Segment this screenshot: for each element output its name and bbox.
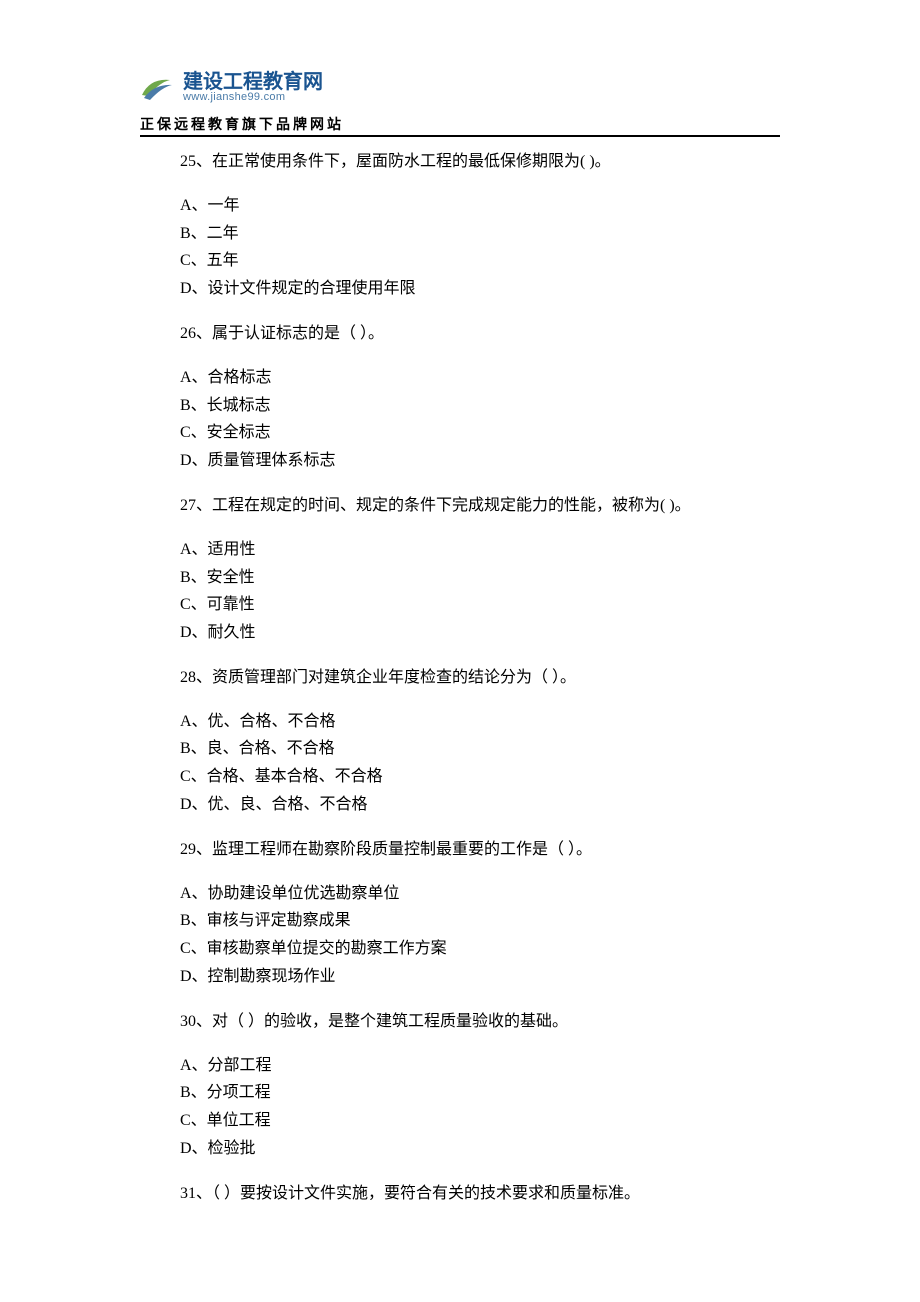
question-list: 25、在正常使用条件下，屋面防水工程的最低保修期限为( )。 A、一年 B、二年… [140,149,780,1206]
question-stem: 29、监理工程师在勘察阶段质量控制最重要的工作是（ ）。 [180,837,780,863]
option-b: B、长城标志 [180,393,780,419]
option-d: D、设计文件规定的合理使用年限 [180,276,780,302]
question-options: A、优、合格、不合格 B、良、合格、不合格 C、合格、基本合格、不合格 D、优、… [180,709,780,817]
document-page: 建设工程教育网 www.jianshe99.com 正保远程教育旗下品牌网站 2… [0,0,920,1287]
question-stem: 25、在正常使用条件下，屋面防水工程的最低保修期限为( )。 [180,149,780,175]
option-a: A、一年 [180,193,780,219]
option-d: D、优、良、合格、不合格 [180,792,780,818]
option-d: D、检验批 [180,1136,780,1162]
option-d: D、质量管理体系标志 [180,448,780,474]
option-a: A、优、合格、不合格 [180,709,780,735]
option-b: B、分项工程 [180,1080,780,1106]
question-stem: 27、工程在规定的时间、规定的条件下完成规定能力的性能，被称为( )。 [180,493,780,519]
question-stem: 26、属于认证标志的是（ ）。 [180,321,780,347]
header-divider [140,135,780,137]
question-25: 25、在正常使用条件下，屋面防水工程的最低保修期限为( )。 A、一年 B、二年… [180,149,780,301]
option-c: C、可靠性 [180,592,780,618]
option-a: A、适用性 [180,537,780,563]
option-a: A、协助建设单位优选勘察单位 [180,881,780,907]
option-b: B、二年 [180,221,780,247]
question-options: A、合格标志 B、长城标志 C、安全标志 D、质量管理体系标志 [180,365,780,473]
question-options: A、分部工程 B、分项工程 C、单位工程 D、检验批 [180,1053,780,1161]
option-c: C、合格、基本合格、不合格 [180,764,780,790]
question-options: A、一年 B、二年 C、五年 D、设计文件规定的合理使用年限 [180,193,780,301]
logo-url: www.jianshe99.com [183,92,323,103]
option-b: B、安全性 [180,565,780,591]
question-29: 29、监理工程师在勘察阶段质量控制最重要的工作是（ ）。 A、协助建设单位优选勘… [180,837,780,989]
site-header: 建设工程教育网 www.jianshe99.com [140,70,780,105]
question-26: 26、属于认证标志的是（ ）。 A、合格标志 B、长城标志 C、安全标志 D、质… [180,321,780,473]
option-a: A、分部工程 [180,1053,780,1079]
option-d: D、控制勘察现场作业 [180,964,780,990]
logo-icon [140,70,175,105]
option-b: B、审核与评定勘察成果 [180,908,780,934]
option-a: A、合格标志 [180,365,780,391]
question-31: 31、（ ）要按设计文件实施，要符合有关的技术要求和质量标准。 [180,1181,780,1207]
question-options: A、适用性 B、安全性 C、可靠性 D、耐久性 [180,537,780,645]
question-27: 27、工程在规定的时间、规定的条件下完成规定能力的性能，被称为( )。 A、适用… [180,493,780,645]
question-30: 30、对（ ）的验收，是整个建筑工程质量验收的基础。 A、分部工程 B、分项工程… [180,1009,780,1161]
question-stem: 31、（ ）要按设计文件实施，要符合有关的技术要求和质量标准。 [180,1181,780,1207]
option-c: C、单位工程 [180,1108,780,1134]
option-c: C、审核勘察单位提交的勘察工作方案 [180,936,780,962]
tagline: 正保远程教育旗下品牌网站 [140,113,780,135]
question-options: A、协助建设单位优选勘察单位 B、审核与评定勘察成果 C、审核勘察单位提交的勘察… [180,881,780,989]
option-c: C、安全标志 [180,420,780,446]
question-stem: 28、资质管理部门对建筑企业年度检查的结论分为（ ）。 [180,665,780,691]
question-stem: 30、对（ ）的验收，是整个建筑工程质量验收的基础。 [180,1009,780,1035]
option-d: D、耐久性 [180,620,780,646]
logo-title: 建设工程教育网 [183,72,323,92]
option-b: B、良、合格、不合格 [180,736,780,762]
option-c: C、五年 [180,248,780,274]
question-28: 28、资质管理部门对建筑企业年度检查的结论分为（ ）。 A、优、合格、不合格 B… [180,665,780,817]
logo-text-block: 建设工程教育网 www.jianshe99.com [183,72,323,103]
